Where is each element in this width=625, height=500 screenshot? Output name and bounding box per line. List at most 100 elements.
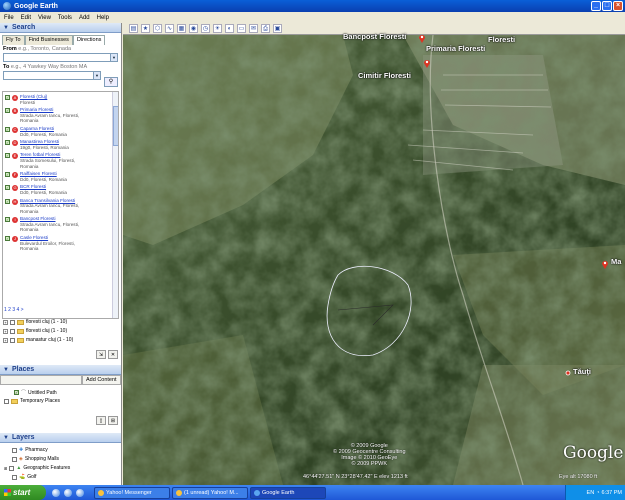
- search-results[interactable]: ✓ A Floresti (Cluj) Floresti ✓ B Primaria Flo…: [2, 91, 119, 319]
- place-item[interactable]: Temporary Places: [4, 398, 60, 404]
- polygon-icon[interactable]: ⬡: [153, 24, 162, 33]
- checkbox[interactable]: ✓: [5, 185, 10, 191]
- menu-tools[interactable]: Tools: [58, 15, 72, 21]
- checkbox[interactable]: ✓: [5, 153, 10, 159]
- taskbar-item[interactable]: (1 unread) Yahoo! M...: [172, 486, 248, 499]
- add-content-button[interactable]: Add Content: [82, 375, 121, 385]
- tab-directions[interactable]: Directions: [72, 35, 106, 45]
- menu-edit[interactable]: Edit: [21, 15, 31, 21]
- result-item[interactable]: ✓ E Teren fotbal Floresti Strada Somesului,…: [3, 152, 118, 169]
- placemark-icon[interactable]: ★: [141, 24, 150, 33]
- copy-to-places-icon[interactable]: ⇲: [96, 350, 106, 359]
- map-pin-icon[interactable]: [418, 33, 426, 43]
- result-item[interactable]: ✓ C Caparna Floresti Dd0, Floresti, Romania: [3, 126, 118, 137]
- checkbox[interactable]: ✓: [5, 95, 10, 100]
- checkbox[interactable]: [10, 319, 15, 325]
- historical-imagery-icon[interactable]: ◷: [201, 24, 210, 33]
- checkbox[interactable]: ✓: [5, 198, 10, 204]
- to-input[interactable]: ▼: [3, 71, 101, 80]
- tree-item[interactable]: + floresti cluj (1 - 10): [3, 328, 67, 334]
- tab-find-businesses[interactable]: Find Businesses: [24, 35, 73, 45]
- search-header[interactable]: ▼ Search: [0, 23, 121, 33]
- checkbox[interactable]: ✓: [14, 390, 19, 395]
- checkbox[interactable]: [9, 465, 15, 471]
- planet-icon[interactable]: ◐: [225, 24, 234, 33]
- media-icon[interactable]: [76, 488, 84, 497]
- results-pager[interactable]: 1 2 3 4 >: [4, 307, 24, 313]
- result-item[interactable]: ✓ A Floresti (Cluj) Floresti: [3, 94, 118, 105]
- expand-icon[interactable]: ⊞: [4, 466, 7, 471]
- start-button[interactable]: start: [0, 485, 46, 500]
- checkbox[interactable]: [10, 337, 15, 343]
- collapse-triangle-icon[interactable]: ▼: [3, 435, 9, 441]
- layer-item[interactable]: ⛳ Golf: [12, 474, 36, 480]
- layer-item[interactable]: ✚ Pharmacy: [12, 447, 48, 453]
- checkbox[interactable]: [12, 447, 17, 453]
- language-indicator[interactable]: EN: [587, 490, 595, 496]
- result-title[interactable]: Floresti (Cluj): [20, 94, 47, 100]
- checkbox[interactable]: [12, 474, 17, 480]
- tray-icon[interactable]: ◔: [596, 490, 599, 496]
- map-label[interactable]: Primaria Floresti: [426, 44, 485, 53]
- ruler-icon[interactable]: ▭: [237, 24, 246, 33]
- checkbox[interactable]: ✓: [5, 172, 10, 178]
- map-label[interactable]: Tăuţi: [573, 367, 591, 376]
- chevron-down-icon[interactable]: ▼: [93, 72, 100, 79]
- clear-results-icon[interactable]: ✕: [108, 350, 118, 359]
- add-folder-icon[interactable]: ⊞: [108, 416, 118, 425]
- checkbox[interactable]: ✓: [5, 126, 10, 132]
- map-label[interactable]: Floresti: [488, 35, 515, 44]
- result-item[interactable]: ✓ B Primaria Floresti Strada Avram Iancu, F…: [3, 107, 118, 124]
- checkbox[interactable]: [4, 398, 9, 404]
- path-tool-icon[interactable]: ∿: [165, 24, 174, 33]
- email-icon[interactable]: ✉: [249, 24, 258, 33]
- result-item[interactable]: ✓ D Manastirea Floresti 19g0, Floresti, Rom…: [3, 139, 118, 150]
- checkbox[interactable]: [12, 456, 17, 462]
- map-label[interactable]: Bancpost Floresti: [343, 32, 406, 41]
- checkbox[interactable]: ✓: [5, 140, 10, 146]
- result-item[interactable]: ✓ I Bancpost Floresti Strada Avram Iancu, F…: [3, 216, 118, 233]
- overlay-icon[interactable]: ▦: [177, 24, 186, 33]
- sun-icon[interactable]: ☀: [213, 24, 222, 33]
- results-scrollbar[interactable]: [112, 92, 118, 318]
- tree-item[interactable]: + manastur cluj (1 - 10): [3, 337, 73, 343]
- from-input[interactable]: ▼: [3, 53, 118, 62]
- layer-item[interactable]: ◈ Shopping Malls: [12, 456, 59, 462]
- clock[interactable]: 6:37 PM: [602, 490, 622, 496]
- menu-add[interactable]: Add: [79, 15, 90, 21]
- expand-icon[interactable]: +: [3, 319, 8, 325]
- result-item[interactable]: ✓ G BCR Floresti Dd0, Floresti, Romania: [3, 184, 118, 195]
- checkbox[interactable]: [10, 328, 15, 334]
- map-pin-icon[interactable]: [564, 368, 572, 378]
- ie-icon[interactable]: [52, 488, 60, 497]
- record-tour-icon[interactable]: ◉: [189, 24, 198, 33]
- map-label[interactable]: Cimitir Floresti: [358, 71, 411, 80]
- layers-header[interactable]: ▼ Layers: [0, 433, 121, 443]
- maximize-button[interactable]: □: [602, 1, 612, 11]
- close-button[interactable]: ×: [613, 1, 623, 11]
- tree-item[interactable]: + floresti cluj (1 - 10): [3, 319, 67, 325]
- search-button[interactable]: ⚲: [104, 77, 118, 87]
- menu-file[interactable]: File: [4, 15, 14, 21]
- minimize-button[interactable]: _: [591, 1, 601, 11]
- expand-icon[interactable]: +: [3, 328, 8, 334]
- taskbar-item[interactable]: Google Earth: [250, 486, 326, 499]
- print-icon[interactable]: ⎙: [261, 24, 270, 33]
- layer-item[interactable]: ⊞ ▲ Geographic Features: [4, 465, 70, 471]
- map-pin-icon[interactable]: [423, 58, 431, 68]
- expand-icon[interactable]: +: [3, 337, 8, 343]
- view-in-maps-icon[interactable]: ▣: [273, 24, 282, 33]
- chevron-down-icon[interactable]: ▼: [110, 54, 117, 61]
- menu-view[interactable]: View: [38, 15, 51, 21]
- collapse-triangle-icon[interactable]: ▼: [3, 25, 9, 31]
- checkbox[interactable]: ✓: [5, 217, 10, 223]
- move-icon[interactable]: ▯: [96, 416, 106, 425]
- places-header[interactable]: ▼ Places: [0, 365, 121, 375]
- taskbar-item[interactable]: Yahoo! Messenger: [94, 486, 170, 499]
- checkbox[interactable]: ✓: [5, 236, 10, 242]
- map-label[interactable]: Ma: [611, 257, 621, 266]
- tab-fly-to[interactable]: Fly To: [2, 35, 25, 45]
- places-search-box[interactable]: [0, 375, 82, 385]
- sidebar-toggle-icon[interactable]: ▤: [129, 24, 138, 33]
- checkbox[interactable]: ✓: [5, 108, 10, 114]
